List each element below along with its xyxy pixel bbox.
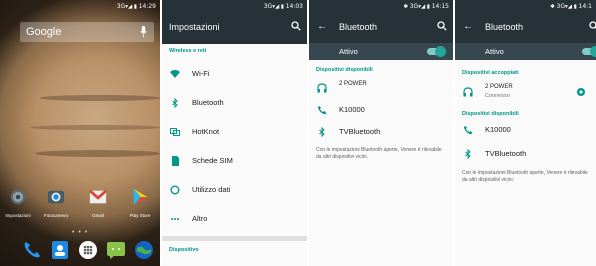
contacts-icon[interactable] [50,240,70,260]
section-header-device: Dispositivo [169,247,199,253]
gear-icon[interactable] [576,87,586,97]
app-settings[interactable]: Impostazioni [2,188,34,218]
page-title: Bluetooth [339,22,378,32]
app-play-store[interactable]: Play Store [124,188,156,218]
more-icon [171,218,179,220]
status-bar: ✱ 3G▾◢ ▮ 14:1 [455,0,596,13]
play-store-icon [133,188,148,206]
back-arrow-icon[interactable]: ← [317,21,327,32]
app-bar: ← Bluetooth [455,13,596,44]
status-bar: 3G▾◢ ▮ 14:03 [162,0,307,13]
home-screen: 3G▾◢ ▮ 14:29 Google Impostazioni Fotocam… [0,0,160,266]
messages-icon[interactable] [106,240,126,260]
page-indicator: • • • [72,229,89,236]
settings-item-bluetooth[interactable]: Bluetooth [162,89,307,119]
data-usage-icon [170,185,180,195]
bluetooth-toggle[interactable] [427,46,446,57]
section-header-available: Dispositivi disponibili [316,67,373,73]
bluetooth-toggle[interactable] [582,46,596,57]
status-bar: 3G▾◢ ▮ 14:29 [116,3,156,10]
phone-icon[interactable] [22,240,42,260]
bluetooth-screen-2: ✱ 3G▾◢ ▮ 14:1 ← Bluetooth Attivo Disposi… [455,0,596,266]
mic-icon[interactable] [140,26,147,38]
bluetooth-toggle-row[interactable]: Attivo [455,43,596,60]
hotknot-icon [170,128,180,136]
page-title: Impostazioni [169,22,220,32]
bluetooth-icon [465,149,471,159]
search-icon[interactable] [589,21,596,31]
status-bar: ✱ 3G▾◢ ▮ 14:15 [309,0,453,13]
section-header-wireless: Wireless e reti [169,48,207,54]
page-title: Bluetooth [485,22,524,32]
bluetooth-screen-1: ✱ 3G▾◢ ▮ 14:15 ← Bluetooth Attivo Dispos… [309,0,453,266]
section-header-paired: Dispositivi accoppiati [462,70,519,76]
sim-card-icon [172,156,179,166]
app-gmail[interactable]: Gmail [82,188,114,218]
app-bar: ← Bluetooth [309,13,453,44]
bluetooth-toggle-row[interactable]: Attivo [309,43,453,60]
settings-item-hotknot[interactable]: HotKnot [162,118,307,148]
device-item[interactable]: TVBluetooth [455,140,596,170]
visibility-info: Con le impostazioni Bluetooth aperte, Ve… [462,170,588,183]
settings-item-wifi[interactable]: Wi-Fi [162,60,307,90]
visibility-info: Con le impostazioni Bluetooth aperte, Ve… [316,147,442,160]
settings-item-sim[interactable]: Schede SIM [162,147,307,177]
settings-item-more[interactable]: Altro [162,205,307,235]
gear-icon [10,189,26,205]
google-label: Google [26,26,62,38]
google-search-bar[interactable]: Google [20,22,154,42]
search-icon[interactable] [437,21,447,31]
app-bar: Impostazioni [162,13,307,44]
back-arrow-icon[interactable]: ← [463,21,473,32]
search-icon[interactable] [291,21,301,31]
browser-icon[interactable] [134,240,154,260]
app-camera[interactable]: Fotocamera [40,188,72,218]
app-drawer-icon[interactable] [78,240,98,260]
settings-screen: 3G▾◢ ▮ 14:03 Impostazioni Wireless e ret… [162,0,307,266]
headphones-icon [463,87,473,97]
settings-item-data-usage[interactable]: Utilizzo dati [162,176,307,206]
phone-icon [318,106,327,115]
gmail-icon [89,189,107,204]
camera-icon [47,190,65,204]
paired-device-item[interactable]: 2 POWER Connesso [455,78,596,108]
divider [162,236,307,241]
phone-icon [464,126,473,135]
bluetooth-icon [319,127,325,137]
bluetooth-icon [172,98,178,108]
device-item[interactable]: TVBluetooth [309,118,453,148]
wifi-icon [170,70,180,78]
headphones-icon [317,83,327,93]
